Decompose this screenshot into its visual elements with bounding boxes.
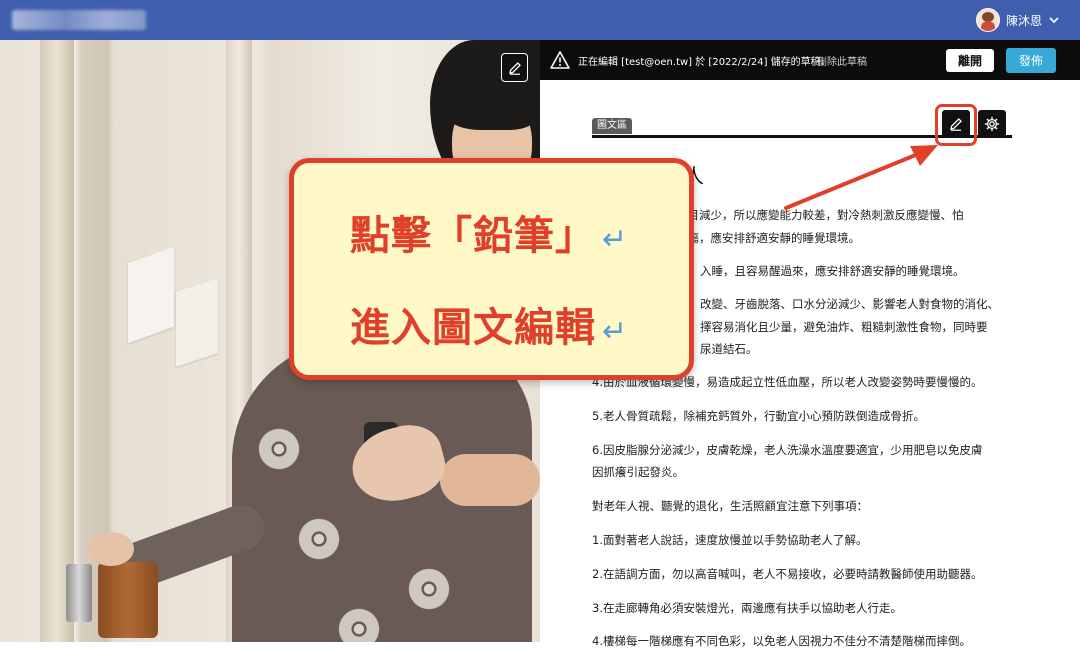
blurred-site-title xyxy=(12,10,146,30)
top-bar: 陳沐恩 xyxy=(0,0,1080,40)
article-line: 擇容易消化且少量，避免油炸、粗糙刺激性食物，同時要 xyxy=(700,320,988,334)
draft-editing-bar: 正在編輯 [test@oen.tw] 於 [2022/2/24] 儲存的草稿。 … xyxy=(540,40,1080,80)
return-mark: ↵ xyxy=(602,314,629,349)
gear-icon xyxy=(984,116,1000,132)
callout-line-2: 進入圖文編輯 ↵ xyxy=(350,305,629,351)
return-mark: ↵ xyxy=(602,222,629,257)
chevron-down-icon xyxy=(1049,17,1059,24)
instruction-callout: 點擊「鉛筆」 ↵ 進入圖文編輯 ↵ xyxy=(289,158,694,380)
cover-edit-button[interactable] xyxy=(501,53,528,82)
section-settings-button[interactable] xyxy=(978,110,1006,138)
article-line: 燙傷，應安排舒適安靜的睡覺環境。 xyxy=(676,231,860,245)
article-line: 3.在走廊轉角必須安裝燈光，兩邊應有扶手以協助老人行走。 xyxy=(592,601,902,615)
callout-line-1: 點擊「鉛筆」 ↵ xyxy=(350,213,629,259)
publish-button[interactable]: 發佈 xyxy=(1006,48,1056,73)
user-menu[interactable]: 陳沐恩 xyxy=(975,8,1060,32)
editing-status-text: 正在編輯 [test@oen.tw] 於 [2022/2/24] 儲存的草稿。 xyxy=(578,57,831,68)
leave-button[interactable]: 離開 xyxy=(946,49,994,72)
avatar xyxy=(975,8,1000,32)
section-tab: 圖文區 xyxy=(592,118,632,134)
pencil-icon xyxy=(508,61,521,75)
article-line: 因抓癢引起發炎。 xyxy=(592,465,684,479)
warning-icon xyxy=(550,51,570,69)
article-line: 6.因皮脂腺分泌減少，皮膚乾燥，老人洗澡水溫度要適宜，少用肥皂以免皮膚 xyxy=(592,443,983,457)
article-line: 對老年人視、聽覺的退化，生活照顧宜注意下列事項： xyxy=(592,499,868,513)
article-line: 數目減少，所以應變能力較差，對冷熱刺激反應變慢、怕 xyxy=(676,208,964,222)
article-line: 入睡，且容易醒過來，應安排舒適安靜的睡覺環境。 xyxy=(700,264,965,278)
article-line: 1.面對著老人說話，速度放慢並以手勢協助老人了解。 xyxy=(592,533,868,547)
delete-draft-link[interactable]: 刪除此草稿 xyxy=(817,53,867,68)
article-line: 4.樓梯每一階梯應有不同色彩，以免老人因視力不佳分不清楚階梯而摔倒。 xyxy=(592,634,971,648)
article-line: 改變、牙齒脫落、口水分泌減少、影響老人對食物的消化、 xyxy=(700,297,999,311)
article-line: 5.老人骨質疏鬆，除補充鈣質外，行動宜小心預防跌倒造成骨折。 xyxy=(592,409,925,423)
pencil-highlight-box xyxy=(935,104,977,146)
user-name: 陳沐恩 xyxy=(1005,13,1042,28)
article-line: 2.在語調方面，勿以高音喊叫，老人不易接收，必要時請教醫師使用助聽器。 xyxy=(592,567,983,581)
article-line: 尿道結石。 xyxy=(700,342,758,356)
